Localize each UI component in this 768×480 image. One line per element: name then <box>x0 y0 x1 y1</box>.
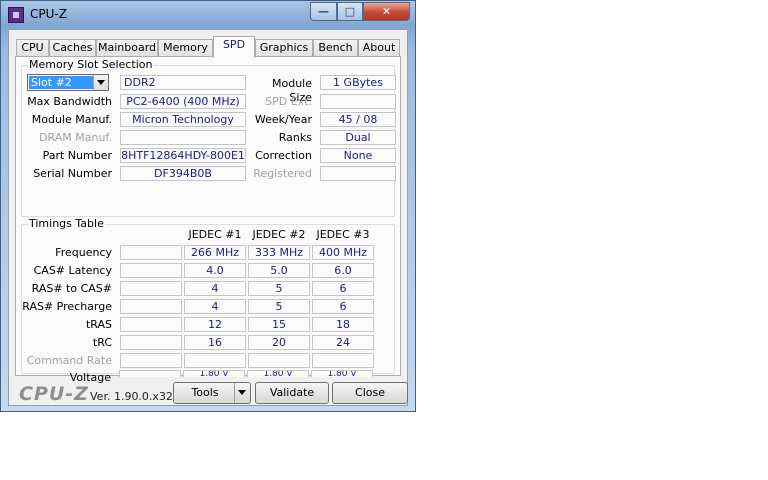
serial-number-field: DF394B0B <box>120 166 246 181</box>
timing-cell: 15 <box>248 317 310 332</box>
part-number-field: 8HTF12864HDY-800E1 <box>120 148 246 163</box>
timing-row-label: tRC <box>92 336 112 349</box>
timing-cell: 4.0 <box>184 263 246 278</box>
dram-manuf-field <box>120 130 246 145</box>
timing-spare-cell <box>120 263 182 278</box>
tools-button[interactable]: Tools <box>173 382 251 404</box>
timings-group-title: Timings Table <box>28 217 105 230</box>
tab-memory[interactable]: Memory <box>158 39 213 56</box>
timing-cell: 5.0 <box>248 263 310 278</box>
ranks-label: Ranks <box>278 131 312 144</box>
tab-cpu[interactable]: CPU <box>16 39 49 56</box>
memory-slot-group-title: Memory Slot Selection <box>28 58 154 71</box>
ranks-field: Dual <box>320 130 396 145</box>
memory-slot-group: Memory Slot Selection Slot #2 DDR2 Max B… <box>21 59 396 217</box>
correction-label: Correction <box>255 149 312 162</box>
cpuz-app-icon[interactable] <box>8 7 24 23</box>
timing-cell: 18 <box>312 317 374 332</box>
timing-cell: 5 <box>248 281 310 296</box>
timing-cell: 12 <box>184 317 246 332</box>
tab-mainboard[interactable]: Mainboard <box>96 39 158 56</box>
timing-cell: 24 <box>312 335 374 350</box>
timing-spare-cell <box>120 353 182 368</box>
timing-row-label: tRAS <box>85 318 112 331</box>
client-area: CPU Caches Mainboard Memory SPD Graphics… <box>8 29 408 406</box>
validate-button[interactable]: Validate <box>255 382 329 404</box>
timing-row-label: Command Rate <box>26 354 112 367</box>
footer-bar: CPU-Z Ver. 1.90.0.x32 Tools Validate Clo… <box>9 376 408 406</box>
max-bandwidth-field: PC2-6400 (400 MHz) <box>120 94 246 109</box>
timing-cell: 4 <box>184 299 246 314</box>
timing-cell: 16 <box>184 335 246 350</box>
timings-group: Timings Table JEDEC #1 JEDEC #2 JEDEC #3… <box>21 218 395 374</box>
registered-label: Registered <box>253 167 312 180</box>
week-year-field: 45 / 08 <box>320 112 396 127</box>
title-bar[interactable]: CPU-Z — □ ✕ <box>1 1 415 29</box>
timing-row-label: RAS# Precharge <box>22 300 112 313</box>
spd-panel: Memory Slot Selection Slot #2 DDR2 Max B… <box>15 56 401 384</box>
timing-spare-cell <box>120 299 182 314</box>
timing-row-label: RAS# to CAS# <box>31 282 112 295</box>
timing-cell: 5 <box>248 299 310 314</box>
tab-about[interactable]: About <box>358 39 400 56</box>
tab-spd[interactable]: SPD <box>213 36 255 58</box>
timing-cell <box>184 353 246 368</box>
jedec-3-header: JEDEC #3 <box>316 228 370 241</box>
jedec-2-header: JEDEC #2 <box>252 228 306 241</box>
module-manuf-label: Module Manuf. <box>31 113 112 126</box>
memory-type-field: DDR2 <box>120 75 246 90</box>
minimize-button[interactable]: — <box>310 2 337 21</box>
timing-cell: 6.0 <box>312 263 374 278</box>
spd-ext-label: SPD Ext. <box>265 95 312 108</box>
tools-button-label: Tools <box>191 386 219 399</box>
timing-cell: 333 MHz <box>248 245 310 260</box>
timing-cell <box>312 353 374 368</box>
close-window-button[interactable]: ✕ <box>363 2 410 21</box>
timing-cell: 266 MHz <box>184 245 246 260</box>
timing-cell <box>248 353 310 368</box>
slot-select[interactable]: Slot #2 <box>27 74 109 91</box>
chevron-down-icon[interactable] <box>93 75 108 90</box>
version-text: Ver. 1.90.0.x32 <box>90 390 173 403</box>
registered-field <box>320 166 396 181</box>
close-icon: ✕ <box>381 5 392 18</box>
timing-spare-cell <box>120 335 182 350</box>
serial-number-label: Serial Number <box>33 167 112 180</box>
timing-cell: 20 <box>248 335 310 350</box>
timing-spare-cell <box>120 281 182 296</box>
slot-selected-value: Slot #2 <box>29 76 93 89</box>
module-manuf-field: Micron Technology <box>120 112 246 127</box>
timing-spare-cell <box>120 245 182 260</box>
window-title: CPU-Z <box>30 7 67 21</box>
minimize-icon: — <box>318 5 329 18</box>
tab-graphics[interactable]: Graphics <box>255 39 313 56</box>
tab-bench[interactable]: Bench <box>313 39 358 56</box>
correction-field: None <box>320 148 396 163</box>
maximize-button[interactable]: □ <box>337 2 363 21</box>
module-size-field: 1 GBytes <box>320 75 396 90</box>
spd-ext-field <box>320 94 396 109</box>
max-bandwidth-label: Max Bandwidth <box>27 95 112 108</box>
maximize-icon: □ <box>344 5 356 18</box>
dram-manuf-label: DRAM Manuf. <box>39 131 112 144</box>
cpuz-logo: CPU-Z <box>19 383 89 405</box>
timing-cell: 4 <box>184 281 246 296</box>
timing-cell: 400 MHz <box>312 245 374 260</box>
timing-cell: 6 <box>312 281 374 296</box>
close-button[interactable]: Close <box>332 382 408 404</box>
jedec-1-header: JEDEC #1 <box>188 228 242 241</box>
timing-cell: 6 <box>312 299 374 314</box>
part-number-label: Part Number <box>42 149 112 162</box>
week-year-label: Week/Year <box>254 113 312 126</box>
tab-caches[interactable]: Caches <box>49 39 96 56</box>
chevron-down-icon[interactable] <box>234 383 250 403</box>
cpuz-window: CPU-Z — □ ✕ CPU Caches Mainboard Memory … <box>0 0 416 412</box>
timing-spare-cell <box>120 317 182 332</box>
timing-row-label: CAS# Latency <box>33 264 112 277</box>
timing-row-label: Frequency <box>55 246 112 259</box>
